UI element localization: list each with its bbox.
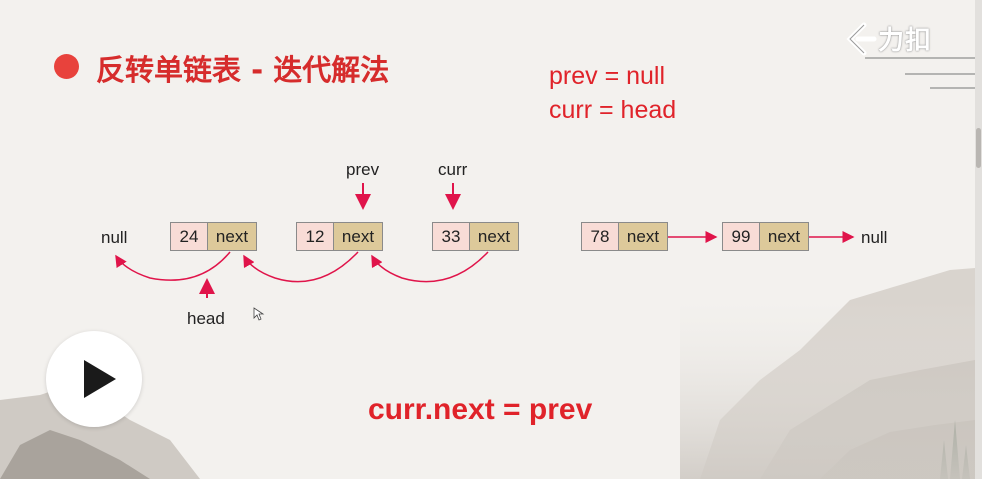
arrow-33-to-12 bbox=[371, 251, 489, 283]
head-pointer-label: head bbox=[187, 309, 225, 328]
node-next: next bbox=[760, 223, 808, 250]
list-node: 24 next bbox=[170, 222, 257, 251]
node-next: next bbox=[470, 223, 518, 250]
right-null-label: null bbox=[861, 228, 888, 247]
prev-pointer-label: prev bbox=[346, 160, 380, 179]
play-icon bbox=[84, 360, 116, 398]
node-next: next bbox=[208, 223, 256, 250]
list-node: 33 next bbox=[432, 222, 519, 251]
left-null-label: null bbox=[101, 228, 128, 247]
mouse-cursor-icon bbox=[253, 307, 265, 321]
play-button[interactable] bbox=[46, 331, 142, 427]
node-value: 33 bbox=[433, 223, 470, 250]
curr-pointer-label: curr bbox=[438, 160, 468, 179]
video-slide: 力扣 反转单链表 - 迭代解法 prev = null curr = head … bbox=[0, 0, 982, 479]
list-node: 99 next bbox=[722, 222, 809, 251]
list-node: 78 next bbox=[581, 222, 668, 251]
list-node: 12 next bbox=[296, 222, 383, 251]
node-value: 24 bbox=[171, 223, 208, 250]
node-next: next bbox=[334, 223, 382, 250]
arrow-12-to-24 bbox=[243, 251, 359, 283]
node-next: next bbox=[619, 223, 667, 250]
node-value: 12 bbox=[297, 223, 334, 250]
formula-text: curr.next = prev bbox=[368, 393, 593, 426]
node-value: 99 bbox=[723, 223, 760, 250]
node-value: 78 bbox=[582, 223, 619, 250]
arrow-24-to-null bbox=[115, 251, 231, 281]
